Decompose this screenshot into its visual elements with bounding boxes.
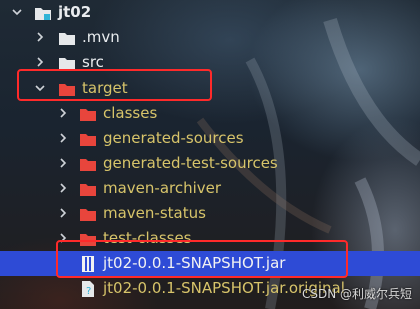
tree-item-maven-status[interactable]: maven-status [0, 201, 420, 226]
unknown-file-icon: ? [79, 281, 97, 297]
tree-item-jt02[interactable]: jt02 [0, 0, 420, 25]
tree-item-label: generated-sources [103, 129, 244, 147]
chevron-right-icon[interactable] [56, 156, 70, 170]
tree-item-label: generated-test-sources [103, 154, 278, 172]
chevron-right-icon[interactable] [33, 55, 47, 69]
chevron-right-icon[interactable] [56, 106, 70, 120]
excluded-folder-icon [79, 181, 97, 197]
module-folder-icon [34, 5, 52, 21]
tree-item-label: maven-status [103, 204, 206, 222]
tree-item-label: jt02 [58, 3, 92, 21]
excluded-folder-icon [79, 131, 97, 147]
excluded-folder-icon [79, 206, 97, 222]
tree-item-maven-archiver[interactable]: maven-archiver [0, 176, 420, 201]
highlight-box-target [17, 69, 212, 101]
excluded-folder-icon [79, 106, 97, 122]
watermark: CSDN @利威尔兵短 [301, 287, 412, 301]
tree-item-generated-sources[interactable]: generated-sources [0, 126, 420, 151]
chevron-right-icon[interactable] [56, 181, 70, 195]
tree-item-generated-test-sources[interactable]: generated-test-sources [0, 151, 420, 176]
tree-item-label: .mvn [82, 28, 120, 46]
tree-item-classes[interactable]: classes [0, 101, 420, 126]
folder-icon [58, 30, 76, 46]
chevron-right-icon[interactable] [33, 30, 47, 44]
highlight-box-jar [56, 240, 348, 278]
tree-item-label: maven-archiver [103, 179, 222, 197]
chevron-down-icon[interactable] [10, 5, 24, 19]
chevron-right-icon[interactable] [56, 131, 70, 145]
svg-text:?: ? [86, 286, 91, 297]
chevron-right-icon[interactable] [56, 206, 70, 220]
tree-item-mvn[interactable]: .mvn [0, 25, 420, 50]
tree-item-label: classes [103, 104, 158, 122]
excluded-folder-icon [79, 156, 97, 172]
